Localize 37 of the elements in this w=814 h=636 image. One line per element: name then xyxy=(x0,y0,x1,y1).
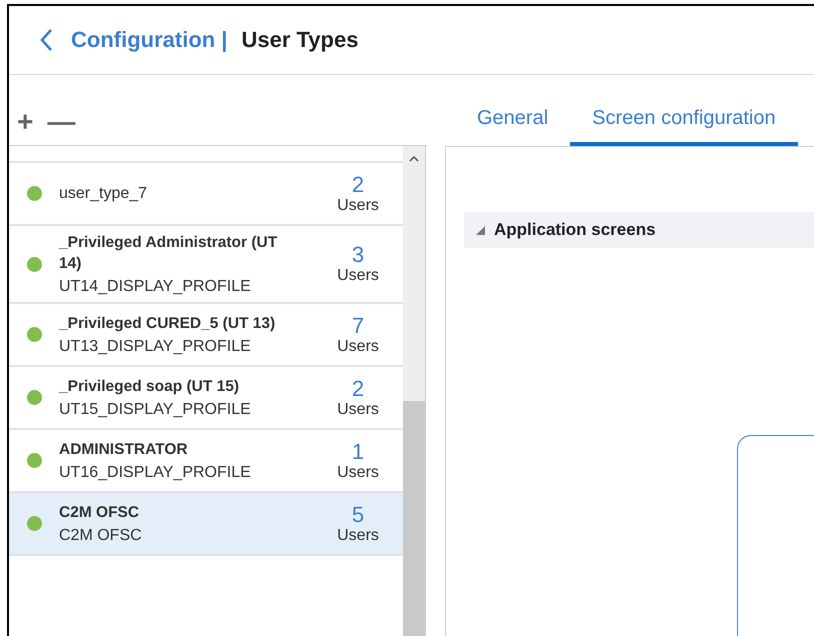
user-count: 7 xyxy=(352,314,364,338)
tab[interactable]: Screen configuration xyxy=(570,107,798,146)
expanded-triangle-icon[interactable] xyxy=(474,224,486,236)
user-count: 5 xyxy=(352,502,364,526)
remove-button[interactable]: — xyxy=(45,107,78,137)
display-profile: UT13_DISPLAY_PROFILE xyxy=(59,338,252,356)
user-type-name: user_type_7 xyxy=(59,184,148,204)
user-count: 2 xyxy=(352,172,364,196)
add-button[interactable]: + xyxy=(15,107,36,137)
display-profile: UT16_DISPLAY_PROFILE xyxy=(59,464,252,482)
user-type-name: _Privileged Administrator (UT 14) xyxy=(59,233,278,274)
user-type-name: _Privileged CURED_5 (UT 13) xyxy=(59,314,276,334)
page-title: User Types xyxy=(241,27,358,53)
display-profile: UT14_DISPLAY_PROFILE xyxy=(59,278,252,296)
user-type-name: _Privileged soap (UT 15) xyxy=(59,377,240,397)
section-title: Application screens xyxy=(494,220,656,240)
user-count: 1 xyxy=(352,440,364,464)
scrollbar-thumb[interactable] xyxy=(403,401,425,636)
scroll-up-icon[interactable] xyxy=(409,156,419,162)
user-type-name: ADMINISTRATOR xyxy=(59,440,189,460)
user-count: 2 xyxy=(352,376,364,400)
section-header[interactable]: Application screens xyxy=(464,212,814,248)
user-type-row[interactable]: C2M OFSC C2M OFSC 5 Users xyxy=(9,493,403,556)
display-profile: UT15_DISPLAY_PROFILE xyxy=(59,401,252,419)
user-count-label: Users xyxy=(337,267,379,285)
user-count-label: Users xyxy=(337,526,379,544)
tab[interactable]: General xyxy=(463,107,562,146)
user-count-label: Users xyxy=(337,464,379,482)
user-count-label: Users xyxy=(337,338,379,356)
user-count-label: Users xyxy=(337,400,379,418)
user-count: 3 xyxy=(352,243,364,267)
display-profile: C2M OFSC xyxy=(59,527,143,545)
scrollbar[interactable] xyxy=(403,146,426,636)
user-count-label: Users xyxy=(337,196,379,214)
back-chevron-icon[interactable] xyxy=(39,28,53,52)
breadcrumb-link[interactable]: Configuration | xyxy=(71,27,228,53)
user-type-name: C2M OFSC xyxy=(59,503,140,523)
